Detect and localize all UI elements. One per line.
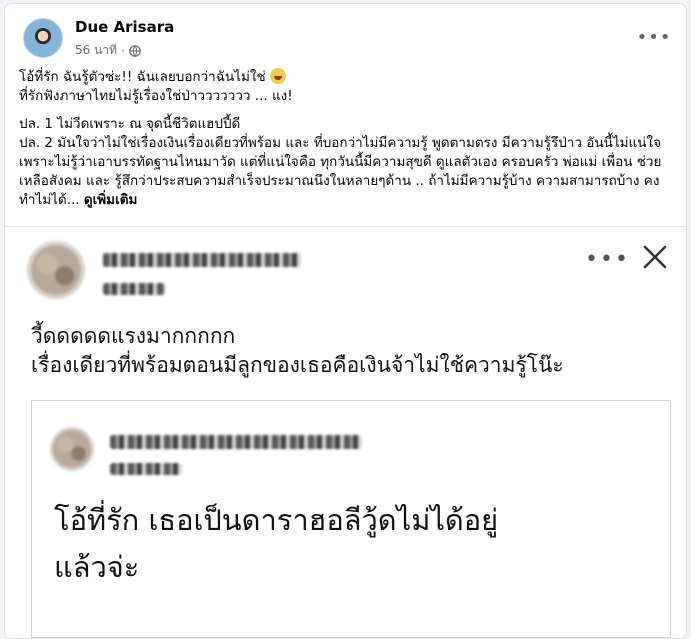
post-ps-1: ปล. 1 ไม่วีดเพราะ ณ จุดนี้ชีวิตแฮปปี้ดี [19, 116, 241, 132]
quoted-post: โอ้ที่รัก เธอเป็นดาราฮอลีวู้ดไม่ได้อยู่ … [31, 400, 671, 638]
more-dots-icon: ••• [585, 247, 630, 272]
post-line-2: ที่รักฟังภาษาไทยไม่รู้เรื่องใช่ป่าวววววว… [19, 88, 293, 104]
comment-text: วี้ดดดดดแรงมากกกกก เรื่องเดียวที่พร้อมตอ… [31, 322, 564, 380]
avatar[interactable] [23, 18, 63, 58]
more-options-button[interactable]: ••• [636, 21, 672, 53]
comment-line-2: เรื่องเดียวที่พร้อมตอนมีลูกของเธอคือเงิน… [31, 353, 564, 377]
post-header: Due Arisara 56 นาที · ••• [19, 15, 672, 65]
see-more-link[interactable]: ดูเพิ่มเติม [84, 192, 137, 208]
laughing-emoji-icon [269, 68, 286, 84]
post-meta: 56 นาที · [75, 41, 141, 60]
post-body: โอ้ที่รัก ฉันรู้ตัวซ่ะ!! ฉันเลยบอกว่าฉัน… [19, 68, 668, 210]
blurred-meta [110, 463, 182, 475]
blurred-meta [103, 283, 165, 295]
post-time[interactable]: 56 นาที [75, 41, 117, 60]
blurred-name [103, 253, 301, 267]
author-name[interactable]: Due Arisara [75, 18, 174, 36]
more-dots-icon: ••• [636, 26, 672, 48]
attached-image[interactable]: ••• วี้ดดดดดแรงมากกกกก เรื่องเดียวที่พร้… [5, 226, 686, 638]
quote-line-1: โอ้ที่รัก เธอเป็นดาราฮอลีวู้ดไม่ได้อยู่ [54, 503, 499, 537]
post-line-1: โอ้ที่รัก ฉันรู้ตัวซ่ะ!! ฉันเลยบอกว่าฉัน… [19, 69, 266, 85]
quote-line-2: แล้วจ่ะ [54, 550, 140, 584]
blurred-name [110, 435, 362, 449]
close-icon [643, 245, 667, 269]
globe-icon[interactable] [128, 44, 141, 57]
blurred-avatar [50, 427, 94, 471]
blurred-avatar [27, 241, 85, 299]
separator: · [120, 43, 125, 58]
quote-text: โอ้ที่รัก เธอเป็นดาราฮอลีวู้ดไม่ได้อยู่ … [54, 497, 644, 591]
post-card: Due Arisara 56 นาที · ••• โอ้ที่รัก ฉันร… [4, 3, 687, 639]
comment-line-1: วี้ดดดดดแรงมากกกกก [31, 324, 236, 348]
